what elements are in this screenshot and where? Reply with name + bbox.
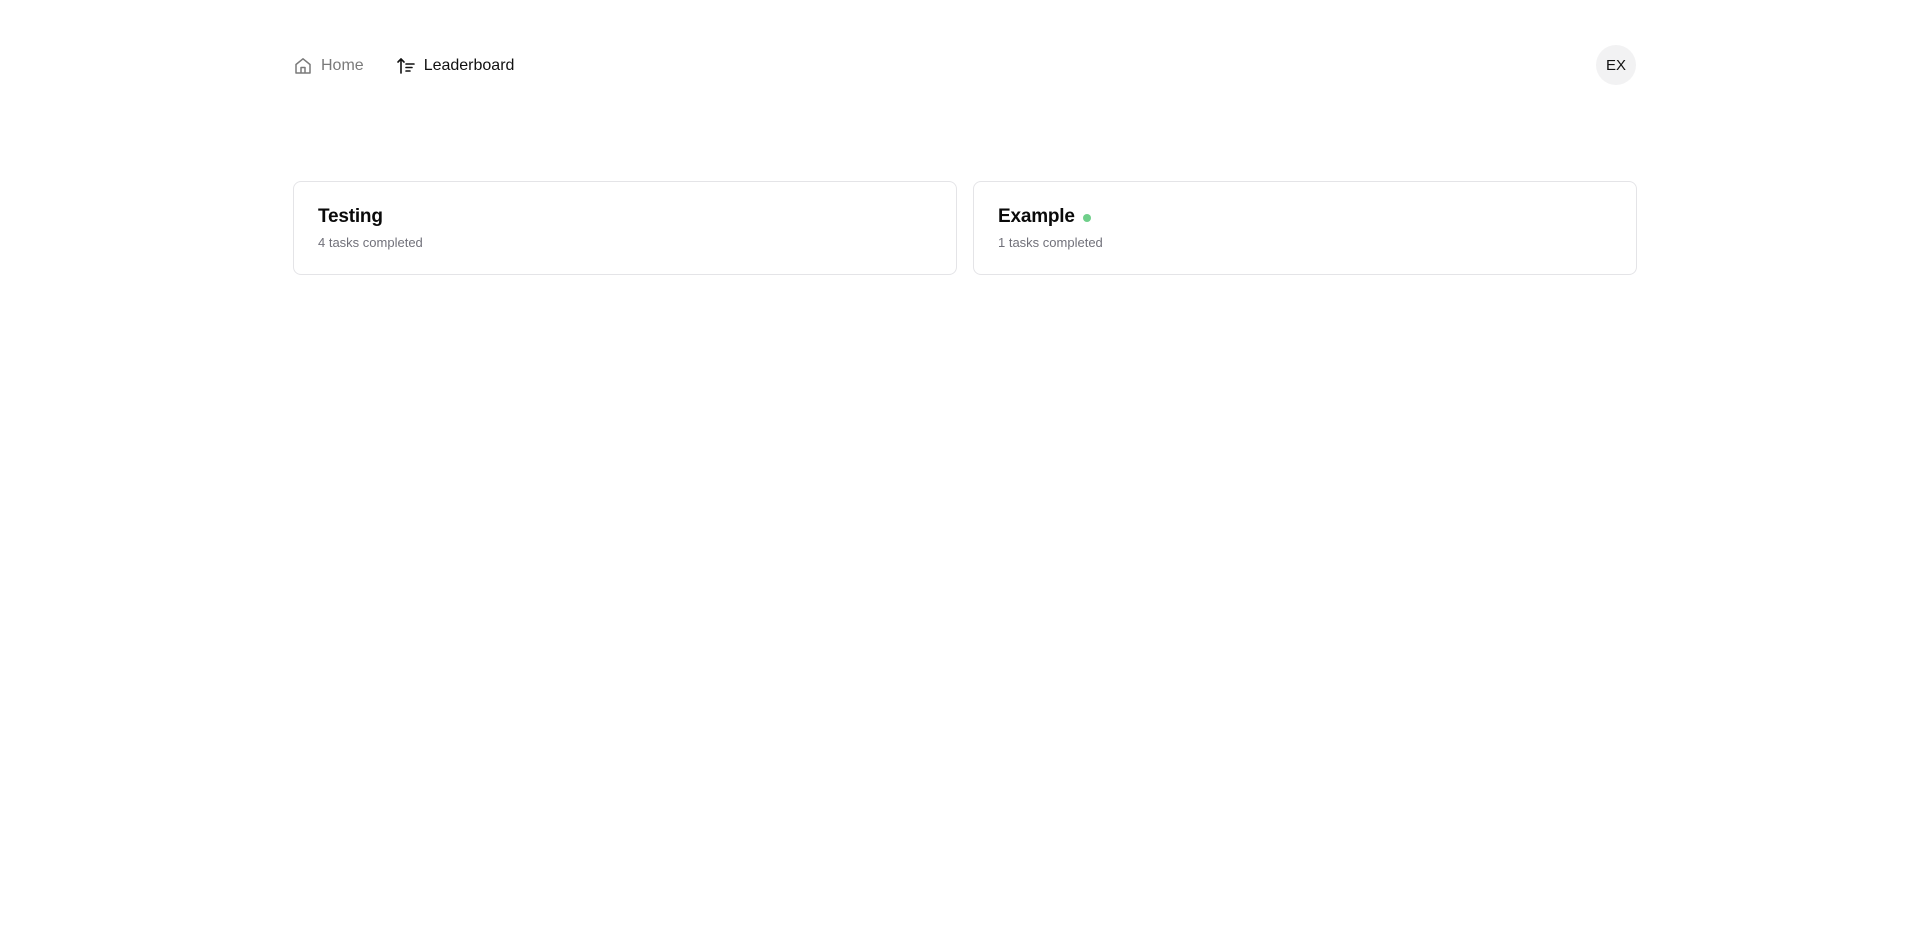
card-title-row: Testing <box>318 206 932 228</box>
team-cards: Testing 4 tasks completed Example 1 task… <box>293 181 1637 275</box>
sort-ascending-icon <box>396 56 416 76</box>
nav-item-leaderboard-label: Leaderboard <box>423 57 515 74</box>
card-title-row: Example <box>998 206 1612 228</box>
main-nav: Home Leaderboard <box>293 45 514 87</box>
user-avatar[interactable]: EX <box>1596 45 1636 85</box>
online-status-dot <box>1082 214 1091 222</box>
card-subtitle: 1 tasks completed <box>998 235 1103 250</box>
card-title: Testing <box>318 206 383 227</box>
card-subtitle: 4 tasks completed <box>318 235 423 250</box>
home-icon <box>293 56 313 76</box>
team-card-testing[interactable]: Testing 4 tasks completed <box>293 181 957 275</box>
nav-item-leaderboard[interactable]: Leaderboard <box>396 56 515 76</box>
card-title: Example <box>998 206 1075 227</box>
nav-item-home[interactable]: Home <box>293 56 364 76</box>
team-card-example[interactable]: Example 1 tasks completed <box>973 181 1637 275</box>
nav-item-home-label: Home <box>321 57 364 74</box>
top-bar: Home Leaderboard EX <box>293 45 1636 87</box>
